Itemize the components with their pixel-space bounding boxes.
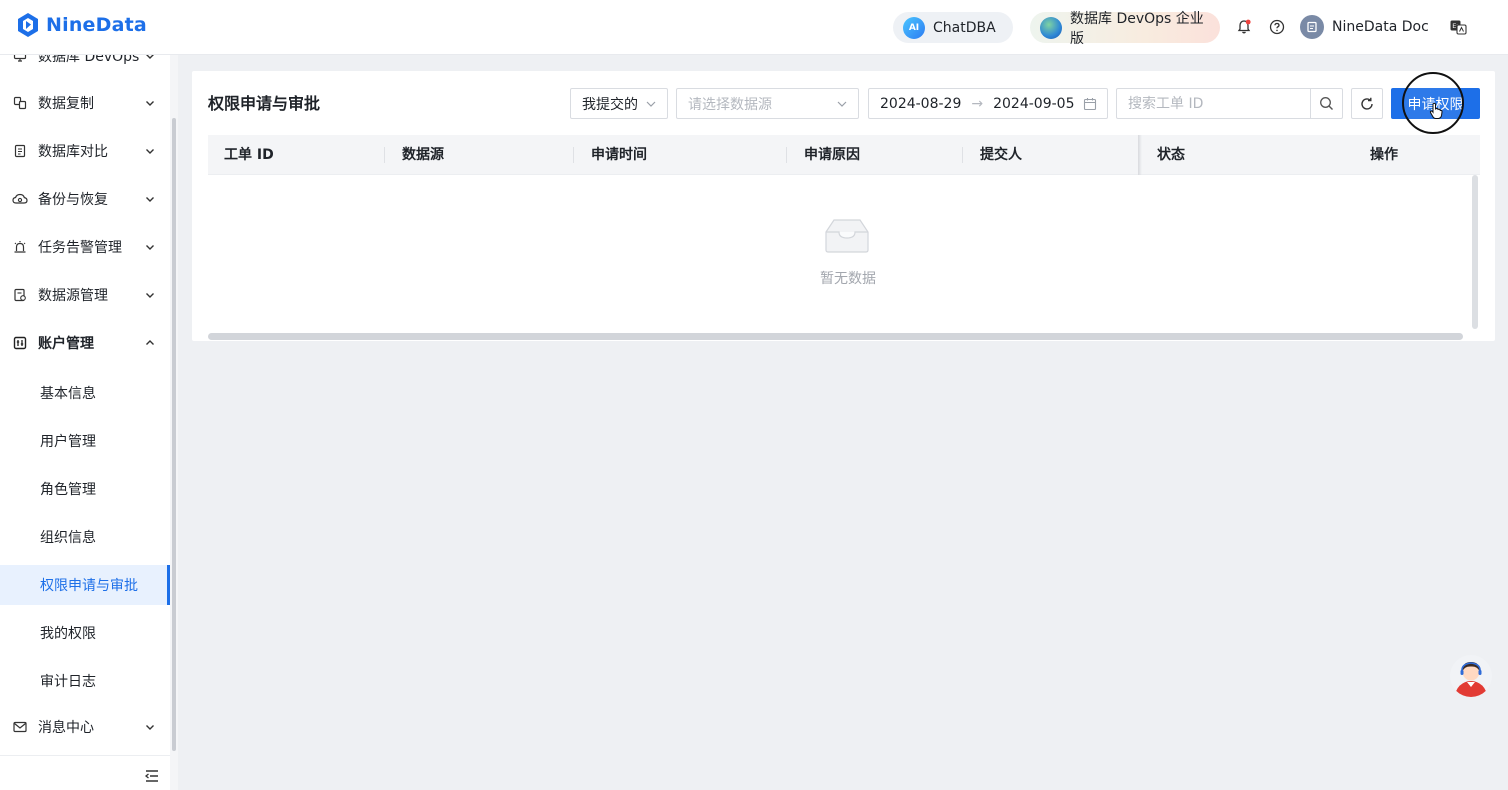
chevron-down-icon: [146, 149, 154, 154]
cloud-backup-icon: [12, 191, 28, 207]
hand-cursor-icon: [1429, 102, 1443, 119]
devops-edition-label: 数据库 DevOps 企业版: [1070, 10, 1204, 47]
chevron-down-icon: [837, 101, 847, 107]
chatdba-button[interactable]: AI ChatDBA: [893, 12, 1013, 43]
logo-text: NineData: [46, 14, 147, 36]
ticket-search-input[interactable]: [1117, 89, 1311, 118]
notification-bell-icon[interactable]: [1234, 17, 1254, 37]
refresh-icon: [1361, 97, 1373, 110]
sidebar-item-alarm[interactable]: 任务告警管理: [0, 227, 170, 267]
user-menu[interactable]: NineData Doc: [1300, 15, 1429, 39]
sidebar-item-messages[interactable]: 消息中心: [0, 707, 170, 747]
fixed-column-shadow: [1138, 135, 1142, 175]
database-devops-icon: [12, 55, 28, 64]
language-switch-icon[interactable]: En: [1448, 17, 1468, 37]
sidebar-collapse-bar: [0, 755, 170, 790]
user-name: NineData Doc: [1332, 19, 1429, 35]
calendar-icon: [1083, 98, 1097, 111]
date-range-picker[interactable]: 2024-08-29 → 2024-09-05: [868, 88, 1108, 119]
ai-icon: AI: [903, 16, 925, 39]
sidebar-item-label: 账户管理: [38, 336, 94, 352]
table-header: 工单 ID 数据源 申请时间 申请原因 提交人 状态 操作: [208, 135, 1480, 175]
search-button[interactable]: [1310, 89, 1342, 118]
help-icon[interactable]: [1267, 17, 1287, 37]
top-header: NineData AI ChatDBA 数据库 DevOps 企业版 NineD…: [0, 0, 1508, 55]
sidebar-subitem-my-permissions[interactable]: 我的权限: [0, 613, 170, 653]
sidebar-subitem-permission-approval[interactable]: 权限申请与审批: [0, 565, 170, 605]
datasource-placeholder: 请选择数据源: [688, 96, 772, 113]
column-divider: [786, 147, 787, 163]
chevron-down-icon: [146, 293, 154, 298]
column-divider: [962, 147, 963, 163]
alarm-icon: [12, 239, 28, 255]
sidebar-item-database-devops[interactable]: 数据库 DevOps: [0, 55, 170, 76]
replication-icon: [12, 95, 28, 111]
collapse-menu-icon[interactable]: [144, 769, 160, 783]
chevron-down-icon: [146, 725, 154, 730]
devops-edition-button[interactable]: 数据库 DevOps 企业版: [1030, 11, 1220, 47]
column-reason[interactable]: 申请原因: [804, 135, 860, 175]
sidebar-item-label: 消息中心: [38, 720, 94, 736]
submitter-filter-value: 我提交的: [582, 96, 638, 113]
chatdba-label: ChatDBA: [933, 19, 996, 36]
empty-state-text: 暂无数据: [820, 271, 876, 287]
table-vertical-scrollbar[interactable]: [1472, 175, 1478, 329]
logo[interactable]: NineData: [16, 12, 147, 38]
compare-icon: [12, 143, 28, 159]
sidebar-item-label: 数据库 DevOps: [38, 55, 140, 65]
sidebar-item-replication[interactable]: 数据复制: [0, 83, 170, 123]
sidebar-subitem-audit-log[interactable]: 审计日志: [0, 661, 170, 701]
chevron-up-icon: [146, 340, 154, 345]
sidebar-item-label: 数据库对比: [38, 144, 108, 160]
chevron-down-icon: [146, 55, 154, 59]
user-avatar: [1300, 15, 1324, 39]
column-ticket-id[interactable]: 工单 ID: [224, 135, 274, 175]
column-status[interactable]: 状态: [1157, 135, 1185, 175]
chevron-down-icon: [146, 101, 154, 106]
chevron-down-icon: [146, 197, 154, 202]
sidebar-item-account[interactable]: 账户管理: [0, 323, 170, 363]
datasource-icon: [12, 287, 28, 303]
submitter-filter-select[interactable]: 我提交的: [570, 88, 668, 119]
date-separator: →: [971, 95, 984, 112]
sidebar-subitem-users[interactable]: 用户管理: [0, 421, 170, 461]
sidebar-item-label: 备份与恢复: [38, 192, 108, 208]
globe-icon: [1040, 16, 1062, 39]
customer-support-button[interactable]: [1450, 655, 1492, 697]
support-agent-icon: [1455, 662, 1487, 697]
sidebar-item-compare[interactable]: 数据库对比: [0, 131, 170, 171]
chevron-down-icon: [146, 245, 154, 250]
date-start[interactable]: 2024-08-29: [880, 96, 961, 112]
column-apply-time[interactable]: 申请时间: [591, 135, 647, 175]
empty-inbox-icon: [825, 219, 869, 253]
sidebar-subitem-roles[interactable]: 角色管理: [0, 469, 170, 509]
search-icon: [1320, 97, 1334, 110]
column-submitter[interactable]: 提交人: [980, 135, 1022, 175]
column-divider: [573, 147, 574, 163]
sidebar: 数据库 DevOps 数据复制 数据库对比 备份与恢复 任务告警管理 数据源管理…: [0, 55, 170, 790]
sidebar-subitem-org-info[interactable]: 组织信息: [0, 517, 170, 557]
column-datasource[interactable]: 数据源: [402, 135, 444, 175]
date-end[interactable]: 2024-09-05: [993, 96, 1074, 112]
account-icon: [12, 335, 28, 351]
ninedata-logo-icon: [18, 13, 38, 37]
sidebar-item-label: 任务告警管理: [38, 240, 122, 256]
refresh-button[interactable]: [1351, 88, 1383, 119]
mail-icon: [12, 719, 28, 735]
sidebar-item-backup[interactable]: 备份与恢复: [0, 179, 170, 219]
column-divider: [384, 147, 385, 163]
sidebar-scrollbar[interactable]: [172, 118, 176, 751]
datasource-select[interactable]: 请选择数据源: [676, 88, 859, 119]
column-actions[interactable]: 操作: [1370, 135, 1398, 175]
sidebar-item-label: 数据复制: [38, 96, 94, 112]
sidebar-subitem-basic-info[interactable]: 基本信息: [0, 373, 170, 413]
chevron-down-icon: [646, 101, 656, 107]
page-title: 权限申请与审批: [208, 94, 321, 113]
sidebar-item-label: 数据源管理: [38, 288, 108, 304]
table-horizontal-scrollbar[interactable]: [208, 333, 1463, 340]
sidebar-item-datasource[interactable]: 数据源管理: [0, 275, 170, 315]
ticket-search: [1116, 88, 1343, 119]
